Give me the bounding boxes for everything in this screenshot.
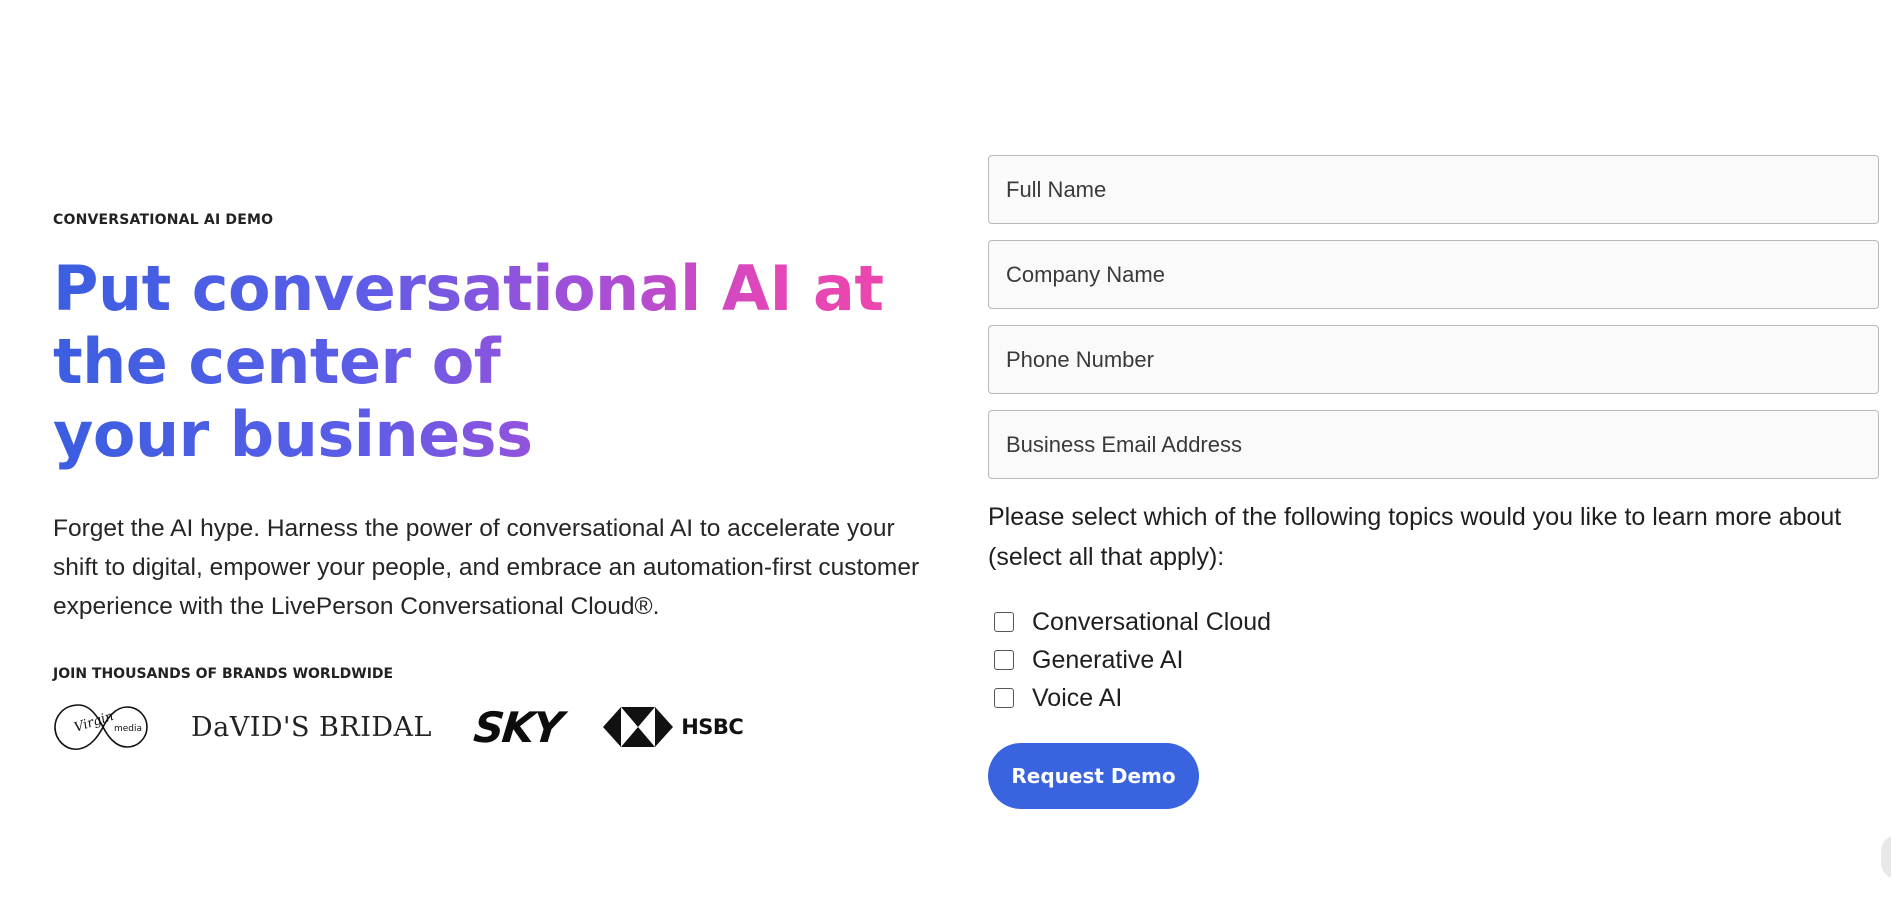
business-email-input[interactable]	[988, 410, 1879, 479]
virgin-media-logo: Virgin media	[53, 699, 149, 755]
hsbc-hexagon-icon	[603, 707, 674, 747]
generative-ai-label[interactable]: Generative AI	[1032, 646, 1183, 675]
phone-number-input[interactable]	[988, 325, 1879, 394]
headline-line-2: the center of	[53, 325, 501, 398]
headline-line-3: your business	[53, 398, 533, 471]
voice-ai-checkbox[interactable]	[994, 688, 1014, 708]
generative-ai-checkbox[interactable]	[994, 650, 1014, 670]
headline-line-1: Put conversational AI at	[53, 252, 884, 325]
page-headline: Put conversational AI at the center of y…	[53, 252, 913, 471]
brand-logos: Virgin media DaVID'S BRIDAL SKY HSBC	[53, 698, 933, 756]
brands-label: JOIN THOUSANDS OF BRANDS WORLDWIDE	[53, 666, 394, 682]
company-name-input[interactable]	[988, 240, 1879, 309]
demo-request-page: CONVERSATIONAL AI DEMO Put conversationa…	[0, 0, 1891, 915]
conversational-cloud-label[interactable]: Conversational Cloud	[1032, 608, 1271, 637]
topics-checkbox-group: Conversational Cloud Generative AI Voice…	[988, 603, 1880, 717]
conversational-cloud-checkbox[interactable]	[994, 612, 1014, 632]
topic-option-generative-ai: Generative AI	[988, 641, 1880, 679]
full-name-input[interactable]	[988, 155, 1879, 224]
hero-section: CONVERSATIONAL AI DEMO Put conversationa…	[53, 210, 933, 756]
topic-option-voice-ai: Voice AI	[988, 679, 1880, 717]
eyebrow-label: CONVERSATIONAL AI DEMO	[53, 212, 274, 228]
hsbc-logo-text: HSBC	[681, 715, 744, 739]
request-demo-button[interactable]: Request Demo	[988, 743, 1199, 809]
davids-bridal-logo: DaVID'S BRIDAL	[191, 711, 432, 743]
voice-ai-label[interactable]: Voice AI	[1032, 684, 1122, 713]
chat-launcher-edge[interactable]	[1881, 835, 1891, 879]
demo-request-form: Please select which of the following top…	[988, 155, 1880, 809]
topics-question: Please select which of the following top…	[988, 503, 1842, 571]
intro-paragraph: Forget the AI hype. Harness the power of…	[53, 515, 920, 620]
hsbc-logo: HSBC	[603, 707, 744, 747]
sky-logo: SKY	[471, 702, 564, 752]
topic-option-conversational-cloud: Conversational Cloud	[988, 603, 1880, 641]
media-logo-text: media	[114, 724, 142, 734]
